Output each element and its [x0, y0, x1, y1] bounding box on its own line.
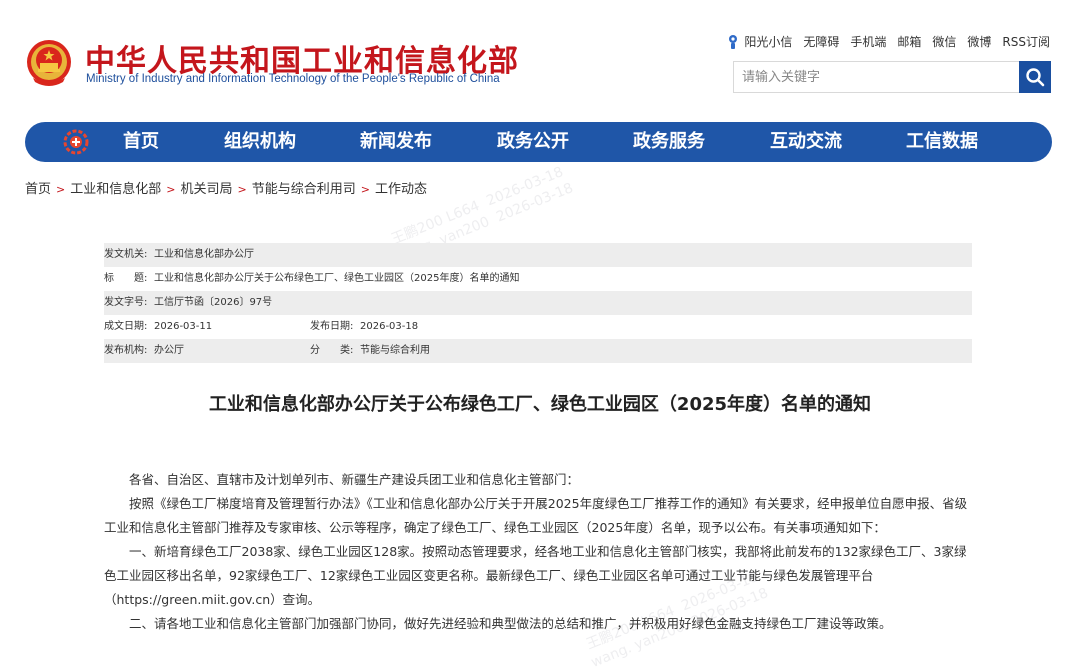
document-body: 各省、自治区、直辖市及计划单列市、新疆生产建设兵团工业和信息化主管部门： 按照《…	[104, 468, 972, 636]
nav-organization[interactable]: 组织机构	[224, 122, 296, 162]
meta-label: 成文日期:	[104, 321, 148, 332]
breadcrumb-separator: >	[360, 183, 370, 196]
document-paragraph: 二、请各地工业和信息化主管部门加强部门协同，做好先进经验和典型做法的总结和推广，…	[129, 616, 892, 631]
search-input[interactable]	[734, 62, 1018, 92]
miit-logo-icon	[63, 129, 89, 155]
breadcrumb-ministry[interactable]: 工业和信息化部	[70, 182, 161, 197]
meta-row-title: 标 题: 工业和信息化部办公厅关于公布绿色工厂、绿色工业园区（2025年度）名单…	[104, 267, 972, 291]
document-title: 工业和信息化部办公厅关于公布绿色工厂、绿色工业园区（2025年度）名单的通知	[208, 394, 872, 415]
breadcrumb: 首页 > 工业和信息化部 > 机关司局 > 节能与综合利用司 > 工作动态	[25, 178, 427, 197]
nav-home[interactable]: 首页	[123, 122, 159, 162]
document-salutation: 各省、自治区、直辖市及计划单列市、新疆生产建设兵团工业和信息化主管部门：	[129, 472, 580, 487]
top-link-sunshine[interactable]: 阳光小信	[726, 33, 792, 50]
meta-row-issuer: 发文机关: 工业和信息化部办公厅	[104, 243, 972, 267]
main-nav: 首页 组织机构 新闻发布 政务公开 政务服务 互动交流 工信数据	[25, 122, 1052, 162]
meta-value: 工信厅节函〔2026〕97号	[154, 297, 273, 308]
meta-label: 发文机关:	[104, 249, 148, 260]
breadcrumb-separator: >	[237, 183, 247, 196]
meta-label: 发文字号:	[104, 297, 148, 308]
nav-gov-affairs[interactable]: 政务公开	[497, 122, 569, 162]
breadcrumb-energy-saving[interactable]: 节能与综合利用司	[252, 182, 356, 197]
nav-news[interactable]: 新闻发布	[360, 122, 432, 162]
meta-label: 标 题:	[104, 273, 148, 284]
watermark: 王鹏200 L664 2026-03-18	[389, 164, 566, 248]
site-header: 中华人民共和国工业和信息化部 Ministry of Industry and …	[0, 0, 1080, 120]
meta-value: 节能与综合利用	[360, 345, 430, 356]
nav-gov-services[interactable]: 政务服务	[633, 122, 705, 162]
breadcrumb-home[interactable]: 首页	[25, 182, 51, 197]
meta-row-docno: 发文字号: 工信厅节函〔2026〕97号	[104, 291, 972, 315]
top-links: 阳光小信 无障碍 手机端 邮箱 微信 微博 RSS订阅	[726, 33, 1050, 50]
meta-row-dates: 成文日期: 2026-03-11 发布日期: 2026-03-18	[104, 315, 972, 339]
meta-label: 发布机构:	[104, 345, 148, 356]
meta-label: 分 类:	[310, 345, 354, 356]
meta-value: 办公厅	[154, 345, 184, 356]
national-emblem-icon	[27, 40, 71, 86]
breadcrumb-separator: >	[166, 183, 176, 196]
top-link-label: 阳光小信	[744, 35, 793, 49]
meta-value: 工业和信息化部办公厅	[154, 249, 254, 260]
search-box	[733, 61, 1051, 93]
top-link-wechat[interactable]: 微信	[932, 33, 956, 50]
document-paragraph: 一、新培育绿色工厂2038家、绿色工业园区128家。按照动态管理要求，经各地工业…	[104, 544, 967, 607]
top-link-accessibility[interactable]: 无障碍	[803, 33, 839, 50]
meta-row-org: 发布机构: 办公厅 分 类: 节能与综合利用	[104, 339, 972, 363]
site-subtitle: Ministry of Industry and Information Tec…	[86, 73, 500, 85]
document-metadata: 发文机关: 工业和信息化部办公厅 标 题: 工业和信息化部办公厅关于公布绿色工厂…	[104, 243, 972, 363]
document-paragraph: 按照《绿色工厂梯度培育及管理暂行办法》《工业和信息化部办公厅关于开展2025年度…	[104, 496, 968, 535]
sunshine-icon	[729, 34, 738, 49]
top-link-mobile[interactable]: 手机端	[850, 33, 886, 50]
breadcrumb-work-news[interactable]: 工作动态	[375, 182, 427, 197]
top-link-rss[interactable]: RSS订阅	[1002, 33, 1050, 50]
meta-label: 发布日期:	[310, 321, 354, 332]
nav-data[interactable]: 工信数据	[906, 122, 978, 162]
meta-value: 工业和信息化部办公厅关于公布绿色工厂、绿色工业园区（2025年度）名单的通知	[154, 273, 520, 284]
meta-value: 2026-03-11	[154, 321, 213, 332]
breadcrumb-separator: >	[56, 183, 66, 196]
nav-interaction[interactable]: 互动交流	[770, 122, 842, 162]
top-link-mail[interactable]: 邮箱	[897, 33, 921, 50]
breadcrumb-departments[interactable]: 机关司局	[180, 182, 232, 197]
top-link-weibo[interactable]: 微博	[967, 33, 991, 50]
search-button[interactable]	[1019, 61, 1051, 93]
meta-value: 2026-03-18	[360, 321, 419, 332]
search-icon	[1026, 68, 1045, 87]
